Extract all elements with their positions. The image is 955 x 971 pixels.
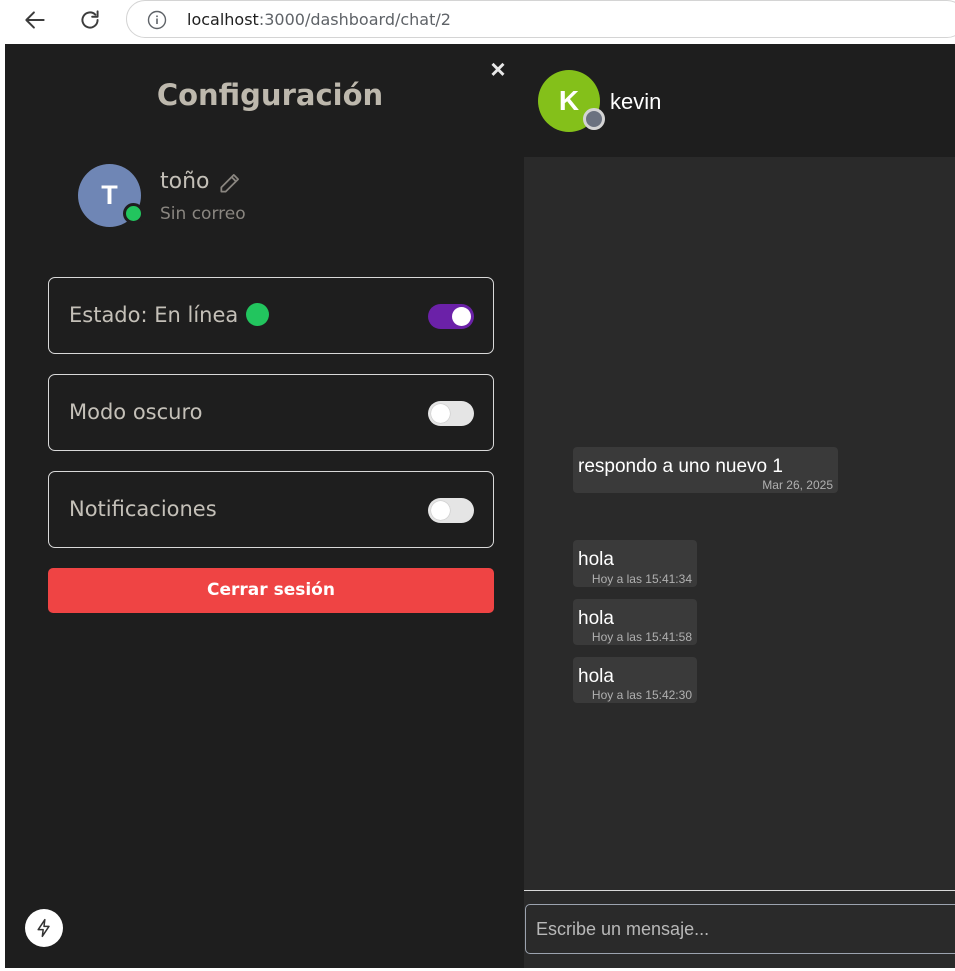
toggle-knob: [452, 307, 471, 326]
toggle-knob: [431, 404, 450, 423]
chat-header: K kevin: [524, 44, 955, 157]
toggle-knob: [431, 501, 450, 520]
app-window: × Configuración T toño Sin correo Estado…: [5, 44, 955, 968]
browser-toolbar: localhost:3000/dashboard/chat/2: [0, 0, 955, 42]
message-bubble: hola Hoy a las 15:41:34: [573, 540, 697, 587]
message-text: hola: [578, 549, 614, 570]
contact-name: kevin: [610, 89, 662, 114]
message-text: hola: [578, 666, 614, 687]
url-path: :3000/dashboard/chat/2: [258, 10, 451, 29]
message-timestamp: Hoy a las 15:41:34: [591, 572, 692, 586]
arrow-left-icon: [25, 11, 45, 29]
pencil-icon[interactable]: [217, 170, 243, 196]
status-label-text: Estado: En línea: [69, 303, 239, 327]
notifications-setting-card: Notificaciones: [48, 471, 494, 548]
address-bar[interactable]: localhost:3000/dashboard/chat/2: [126, 0, 955, 38]
chat-panel: K kevin respondo a uno nuevo 1 Mar 26, 2…: [524, 44, 955, 968]
contact-status-indicator: [583, 108, 605, 130]
dev-tools-button[interactable]: [25, 909, 63, 947]
message-timestamp: Hoy a las 15:41:58: [591, 630, 692, 644]
online-status-dot: [246, 303, 270, 326]
status-setting-label: Estado: En línea: [69, 303, 270, 327]
dark-mode-label: Modo oscuro: [69, 400, 203, 424]
notifications-toggle[interactable]: [428, 498, 474, 523]
back-button[interactable]: [21, 6, 49, 34]
url-host: localhost: [187, 10, 259, 29]
user-status-indicator: [123, 203, 144, 224]
url-text: localhost:3000/dashboard/chat/2: [187, 10, 451, 29]
info-icon[interactable]: [147, 10, 167, 30]
dark-mode-toggle[interactable]: [428, 401, 474, 426]
message-timestamp: Mar 26, 2025: [762, 478, 833, 492]
reload-icon: [81, 10, 99, 29]
dark-mode-setting-card: Modo oscuro: [48, 374, 494, 451]
close-settings-button[interactable]: ×: [487, 56, 509, 82]
settings-panel: × Configuración T toño Sin correo Estado…: [5, 44, 524, 968]
message-input[interactable]: [525, 904, 955, 954]
message-text: hola: [578, 608, 614, 629]
reload-button[interactable]: [76, 6, 104, 34]
message-bubble: hola Hoy a las 15:42:30: [573, 657, 697, 703]
message-bubble: hola Hoy a las 15:41:58: [573, 599, 697, 645]
message-bubble: respondo a uno nuevo 1 Mar 26, 2025: [573, 447, 838, 493]
status-setting-card: Estado: En línea: [48, 277, 494, 354]
lightning-icon: [37, 918, 50, 938]
status-toggle[interactable]: [428, 304, 474, 329]
user-name: toño: [160, 169, 210, 194]
message-timestamp: Hoy a las 15:42:30: [591, 688, 692, 702]
message-list[interactable]: respondo a uno nuevo 1 Mar 26, 2025 hola…: [524, 157, 955, 890]
input-divider: [524, 890, 955, 891]
notifications-label: Notificaciones: [69, 497, 217, 521]
user-email: Sin correo: [160, 204, 246, 224]
settings-title: Configuración: [156, 78, 384, 112]
message-text: respondo a uno nuevo 1: [578, 456, 783, 477]
logout-button[interactable]: Cerrar sesión: [48, 568, 494, 613]
